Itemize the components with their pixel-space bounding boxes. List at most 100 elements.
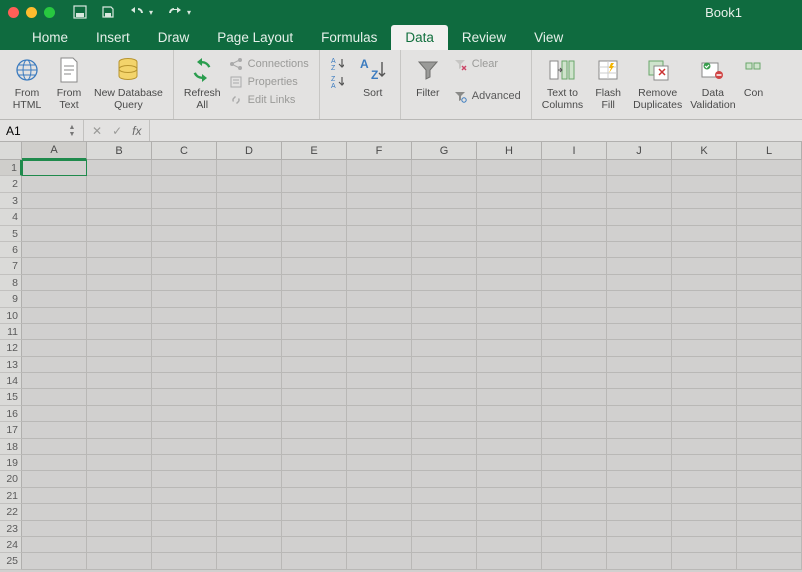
cell[interactable]: [87, 537, 152, 553]
cell[interactable]: [87, 471, 152, 487]
cell[interactable]: [347, 537, 412, 553]
cell[interactable]: [87, 406, 152, 422]
cell[interactable]: [87, 275, 152, 291]
cell[interactable]: [542, 406, 607, 422]
cell[interactable]: [152, 553, 217, 569]
cell[interactable]: [672, 308, 737, 324]
cell[interactable]: [542, 422, 607, 438]
cell[interactable]: [217, 160, 282, 176]
cell[interactable]: [672, 275, 737, 291]
cell[interactable]: [542, 373, 607, 389]
cell[interactable]: [282, 389, 347, 405]
cell[interactable]: [737, 553, 802, 569]
cell[interactable]: [87, 324, 152, 340]
cell[interactable]: [87, 209, 152, 225]
cell[interactable]: [347, 422, 412, 438]
cell[interactable]: [737, 160, 802, 176]
cell[interactable]: [152, 537, 217, 553]
flash-fill-button[interactable]: Flash Fill: [587, 54, 629, 111]
cell[interactable]: [87, 553, 152, 569]
cell[interactable]: [607, 275, 672, 291]
cell[interactable]: [22, 373, 87, 389]
cell[interactable]: [87, 308, 152, 324]
select-all-corner[interactable]: [0, 142, 22, 160]
cell[interactable]: [542, 242, 607, 258]
cell[interactable]: [22, 209, 87, 225]
cell[interactable]: [347, 275, 412, 291]
maximize-icon[interactable]: [44, 7, 55, 18]
row-header[interactable]: 20: [0, 471, 22, 487]
cell[interactable]: [477, 226, 542, 242]
cell[interactable]: [607, 291, 672, 307]
cell[interactable]: [22, 406, 87, 422]
cell[interactable]: [217, 357, 282, 373]
cell[interactable]: [217, 439, 282, 455]
cell[interactable]: [347, 160, 412, 176]
cell[interactable]: [737, 340, 802, 356]
cell[interactable]: [477, 521, 542, 537]
row-header[interactable]: 1: [0, 160, 22, 176]
cell[interactable]: [477, 340, 542, 356]
cell[interactable]: [282, 455, 347, 471]
remove-duplicates-button[interactable]: Remove Duplicates: [629, 54, 686, 111]
cell[interactable]: [412, 226, 477, 242]
cell[interactable]: [282, 275, 347, 291]
sort-asc-button[interactable]: AZ: [326, 56, 348, 72]
cell[interactable]: [542, 226, 607, 242]
cell[interactable]: [347, 389, 412, 405]
cell[interactable]: [412, 291, 477, 307]
cell[interactable]: [477, 160, 542, 176]
cell[interactable]: [477, 209, 542, 225]
cell[interactable]: [477, 553, 542, 569]
column-header[interactable]: L: [737, 142, 802, 160]
cell[interactable]: [672, 193, 737, 209]
cell[interactable]: [607, 521, 672, 537]
row-header[interactable]: 12: [0, 340, 22, 356]
cell[interactable]: [282, 258, 347, 274]
tab-page-layout[interactable]: Page Layout: [203, 25, 307, 50]
tab-insert[interactable]: Insert: [82, 25, 144, 50]
column-header[interactable]: C: [152, 142, 217, 160]
cell[interactable]: [217, 275, 282, 291]
row-header[interactable]: 2: [0, 176, 22, 192]
cell[interactable]: [737, 226, 802, 242]
cell[interactable]: [152, 226, 217, 242]
cell[interactable]: [672, 242, 737, 258]
cell[interactable]: [347, 226, 412, 242]
cell[interactable]: [87, 357, 152, 373]
cell[interactable]: [607, 406, 672, 422]
cell[interactable]: [672, 488, 737, 504]
cell[interactable]: [672, 373, 737, 389]
cell[interactable]: [22, 226, 87, 242]
cell[interactable]: [22, 439, 87, 455]
cell[interactable]: [22, 308, 87, 324]
cell[interactable]: [282, 553, 347, 569]
cell[interactable]: [347, 488, 412, 504]
sort-desc-button[interactable]: ZA: [326, 74, 348, 90]
cell[interactable]: [737, 209, 802, 225]
row-header[interactable]: 7: [0, 258, 22, 274]
cell[interactable]: [412, 258, 477, 274]
cell[interactable]: [607, 471, 672, 487]
cell[interactable]: [412, 324, 477, 340]
cell[interactable]: [412, 160, 477, 176]
tab-draw[interactable]: Draw: [144, 25, 204, 50]
cell[interactable]: [412, 373, 477, 389]
cell[interactable]: [217, 471, 282, 487]
cells-area[interactable]: [22, 160, 802, 572]
cell[interactable]: [542, 275, 607, 291]
cell[interactable]: [347, 340, 412, 356]
cell[interactable]: [87, 488, 152, 504]
cell[interactable]: [282, 176, 347, 192]
cell[interactable]: [282, 308, 347, 324]
cell[interactable]: [347, 258, 412, 274]
cell[interactable]: [607, 308, 672, 324]
cell[interactable]: [22, 340, 87, 356]
cell[interactable]: [22, 258, 87, 274]
cell[interactable]: [672, 406, 737, 422]
cell[interactable]: [22, 471, 87, 487]
cell[interactable]: [607, 455, 672, 471]
cell[interactable]: [672, 258, 737, 274]
cell[interactable]: [542, 504, 607, 520]
name-box-input[interactable]: [0, 124, 64, 138]
